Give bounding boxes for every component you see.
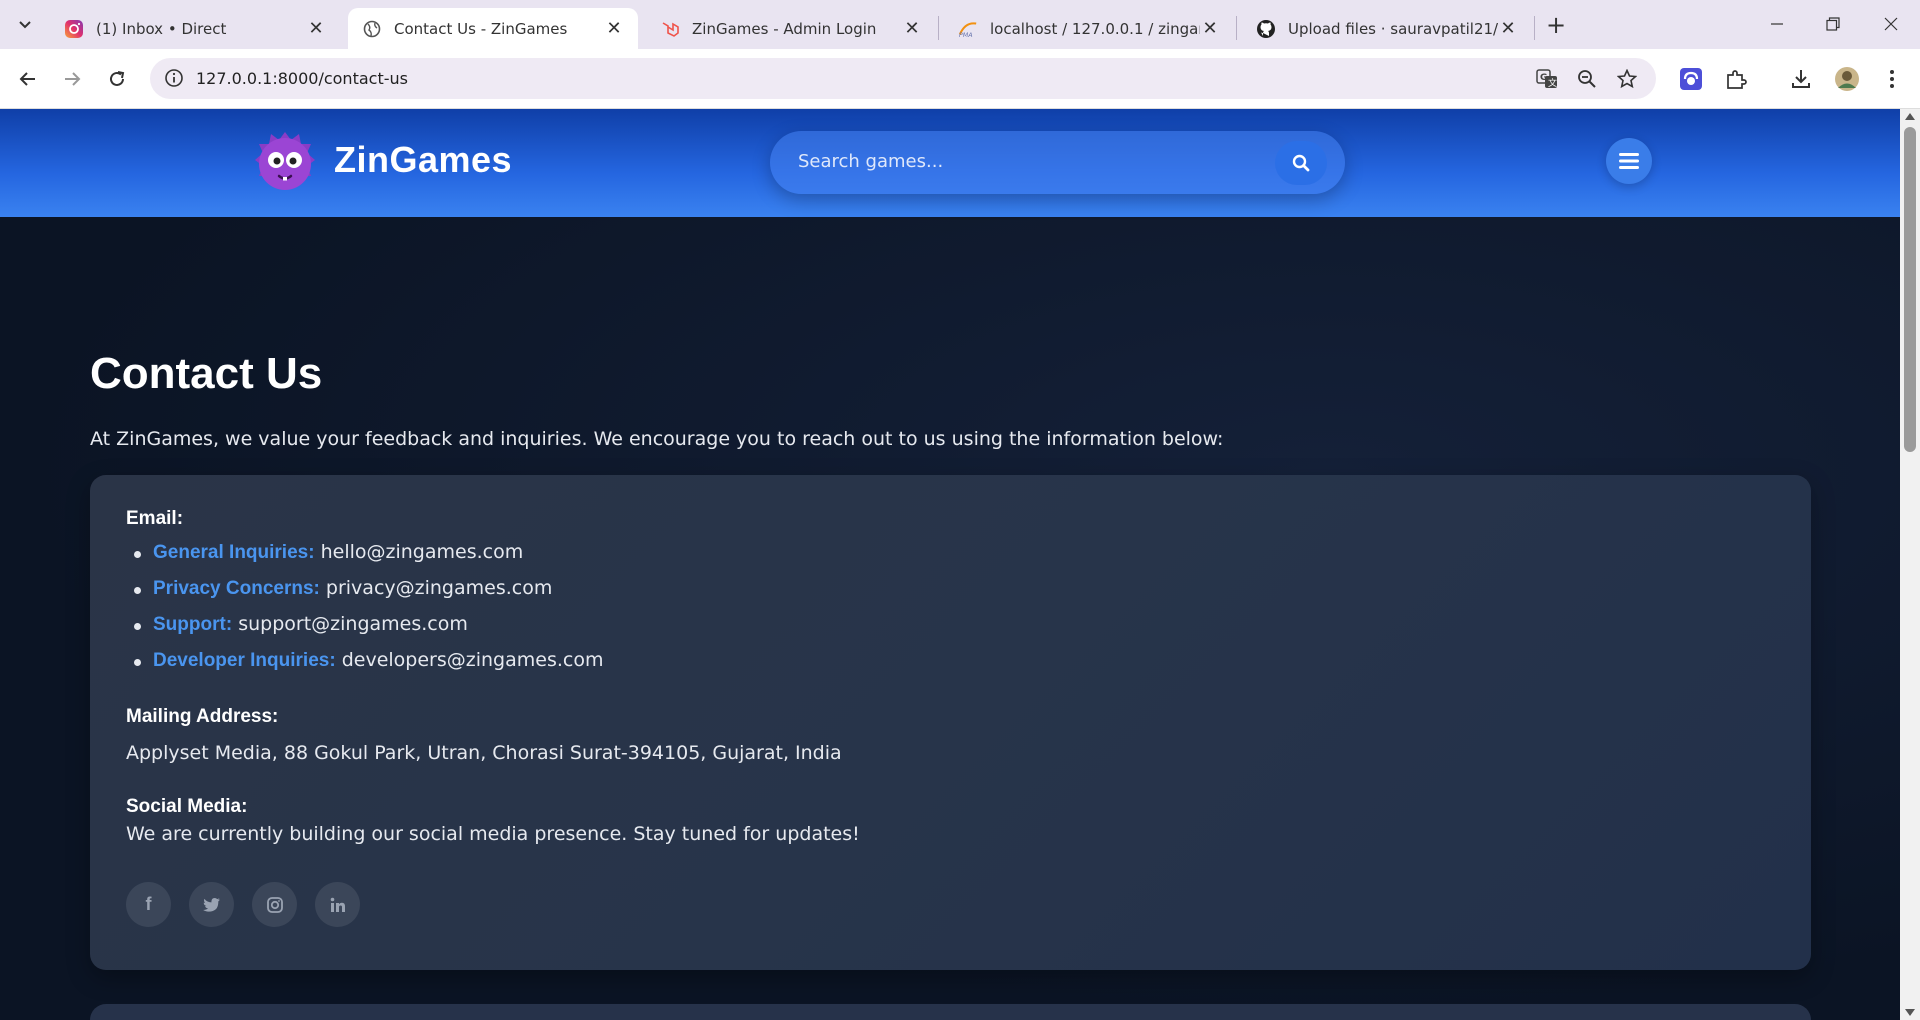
email-category: Support: <box>153 614 233 635</box>
reload-button[interactable] <box>101 63 133 95</box>
social-media-label: Social Media: <box>126 796 248 817</box>
page-title: Contact Us <box>90 349 323 398</box>
globe-icon <box>362 19 382 39</box>
puzzle-extensions-icon[interactable] <box>1722 65 1750 93</box>
instagram-icon <box>64 19 84 39</box>
back-button[interactable] <box>12 63 44 95</box>
restore-icon <box>1826 17 1840 31</box>
close-icon[interactable]: ✕ <box>306 18 326 39</box>
twitter-icon[interactable] <box>189 882 234 927</box>
window-close-button[interactable] <box>1876 10 1906 38</box>
svg-text:PMA: PMA <box>959 32 973 39</box>
extension-icon[interactable] <box>1677 65 1705 93</box>
tab-separator <box>1236 16 1237 40</box>
address-bar[interactable]: 127.0.0.1:8000/contact-us G文 <box>150 58 1656 99</box>
close-icon[interactable]: ✕ <box>1200 18 1220 39</box>
laravel-icon <box>660 19 680 39</box>
bookmark-star-icon[interactable] <box>1615 67 1639 91</box>
search-button[interactable] <box>1275 141 1327 185</box>
url-text: 127.0.0.1:8000/contact-us <box>196 69 408 88</box>
close-icon[interactable]: ✕ <box>902 18 922 39</box>
minimize-icon <box>1771 23 1783 25</box>
brand-name[interactable]: ZinGames <box>334 139 512 181</box>
page-viewport: ZinGames Search games... Contact Us At Z… <box>0 109 1900 1020</box>
site-menu-button[interactable] <box>1606 138 1652 184</box>
tab-separator <box>1534 16 1535 40</box>
close-icon <box>1884 17 1898 31</box>
list-item: Developer Inquiries: developers@zingames… <box>126 649 603 685</box>
tab-github[interactable]: Upload files · sauravpatil21/Zing ✕ <box>1242 8 1532 49</box>
contact-info-card: Email: General Inquiries: hello@zingames… <box>90 475 1811 970</box>
tab-title: localhost / 127.0.0.1 / zingames <box>990 19 1200 38</box>
scrollbar-thumb[interactable] <box>1904 127 1916 452</box>
search-icon <box>1292 154 1310 172</box>
email-category: General Inquiries: <box>153 542 315 563</box>
scroll-up-arrow-icon[interactable] <box>1905 113 1915 120</box>
tab-admin-login[interactable]: ZinGames - Admin Login ✕ <box>646 8 936 49</box>
monster-logo-icon <box>255 132 315 190</box>
tab-contact-us[interactable]: Contact Us - ZinGames ✕ <box>348 8 638 49</box>
browser-tab-bar: (1) Inbox • Direct ✕ Contact Us - ZinGam… <box>0 0 1920 49</box>
mailing-address-text: Applyset Media, 88 Gokul Park, Utran, Ch… <box>126 742 842 764</box>
search-input[interactable]: Search games... <box>798 151 943 172</box>
browser-toolbar: 127.0.0.1:8000/contact-us G文 <box>0 49 1920 109</box>
browser-menu-icon[interactable] <box>1878 65 1906 93</box>
tab-title: (1) Inbox • Direct <box>96 19 227 38</box>
facebook-icon[interactable]: f <box>126 882 171 927</box>
list-item: Support: support@zingames.com <box>126 613 603 649</box>
tab-instagram[interactable]: (1) Inbox • Direct ✕ <box>50 8 340 49</box>
email-list: General Inquiries: hello@zingames.com Pr… <box>126 541 603 685</box>
hamburger-menu-icon <box>1619 153 1639 169</box>
email-address[interactable]: developers@zingames.com <box>342 649 604 671</box>
restore-button[interactable] <box>1818 10 1848 38</box>
list-item: General Inquiries: hello@zingames.com <box>126 541 603 577</box>
chevron-down-icon <box>19 21 31 29</box>
site-info-icon[interactable] <box>164 68 186 90</box>
social-links: f <box>126 882 360 927</box>
arrow-left-icon <box>19 72 35 86</box>
social-media-text: We are currently building our social med… <box>126 823 860 845</box>
svg-text:文: 文 <box>1548 77 1557 89</box>
minimize-button[interactable] <box>1762 10 1792 38</box>
linkedin-icon[interactable] <box>315 882 360 927</box>
tab-phpmyadmin[interactable]: PMA localhost / 127.0.0.1 / zingames ✕ <box>944 8 1234 49</box>
site-logo[interactable] <box>249 126 321 198</box>
download-icon[interactable] <box>1787 65 1815 93</box>
instagram-icon[interactable] <box>252 882 297 927</box>
email-address[interactable]: support@zingames.com <box>238 613 468 635</box>
tab-title: ZinGames - Admin Login <box>692 19 877 38</box>
new-tab-button[interactable]: + <box>1542 12 1570 40</box>
zoom-out-icon[interactable] <box>1575 67 1599 91</box>
next-section-card <box>90 1004 1811 1020</box>
tab-search-button[interactable] <box>8 10 42 40</box>
tab-title: Contact Us - ZinGames <box>394 19 568 38</box>
profile-avatar[interactable] <box>1833 65 1861 93</box>
email-address[interactable]: hello@zingames.com <box>321 541 524 563</box>
list-item: Privacy Concerns: privacy@zingames.com <box>126 577 603 613</box>
close-icon[interactable]: ✕ <box>1498 18 1518 39</box>
tab-separator <box>938 16 939 40</box>
mailing-address-label: Mailing Address: <box>126 706 279 727</box>
email-category: Developer Inquiries: <box>153 650 336 671</box>
forward-button[interactable] <box>56 63 88 95</box>
game-search-box[interactable]: Search games... <box>770 131 1345 194</box>
scroll-down-arrow-icon[interactable] <box>1905 1009 1915 1016</box>
email-label: Email: <box>126 508 184 529</box>
close-icon[interactable]: ✕ <box>604 18 624 39</box>
translate-icon[interactable]: G文 <box>1535 67 1559 91</box>
email-address[interactable]: privacy@zingames.com <box>326 577 552 599</box>
reload-icon <box>110 71 125 86</box>
page-scrollbar[interactable] <box>1900 109 1920 1020</box>
site-header: ZinGames Search games... <box>0 109 1900 217</box>
arrow-right-icon <box>65 72 81 86</box>
intro-text: At ZinGames, we value your feedback and … <box>90 428 1224 450</box>
github-icon <box>1256 19 1276 39</box>
email-category: Privacy Concerns: <box>153 578 320 599</box>
phpmyadmin-icon: PMA <box>958 19 978 39</box>
tab-title: Upload files · sauravpatil21/Zing <box>1288 19 1498 38</box>
